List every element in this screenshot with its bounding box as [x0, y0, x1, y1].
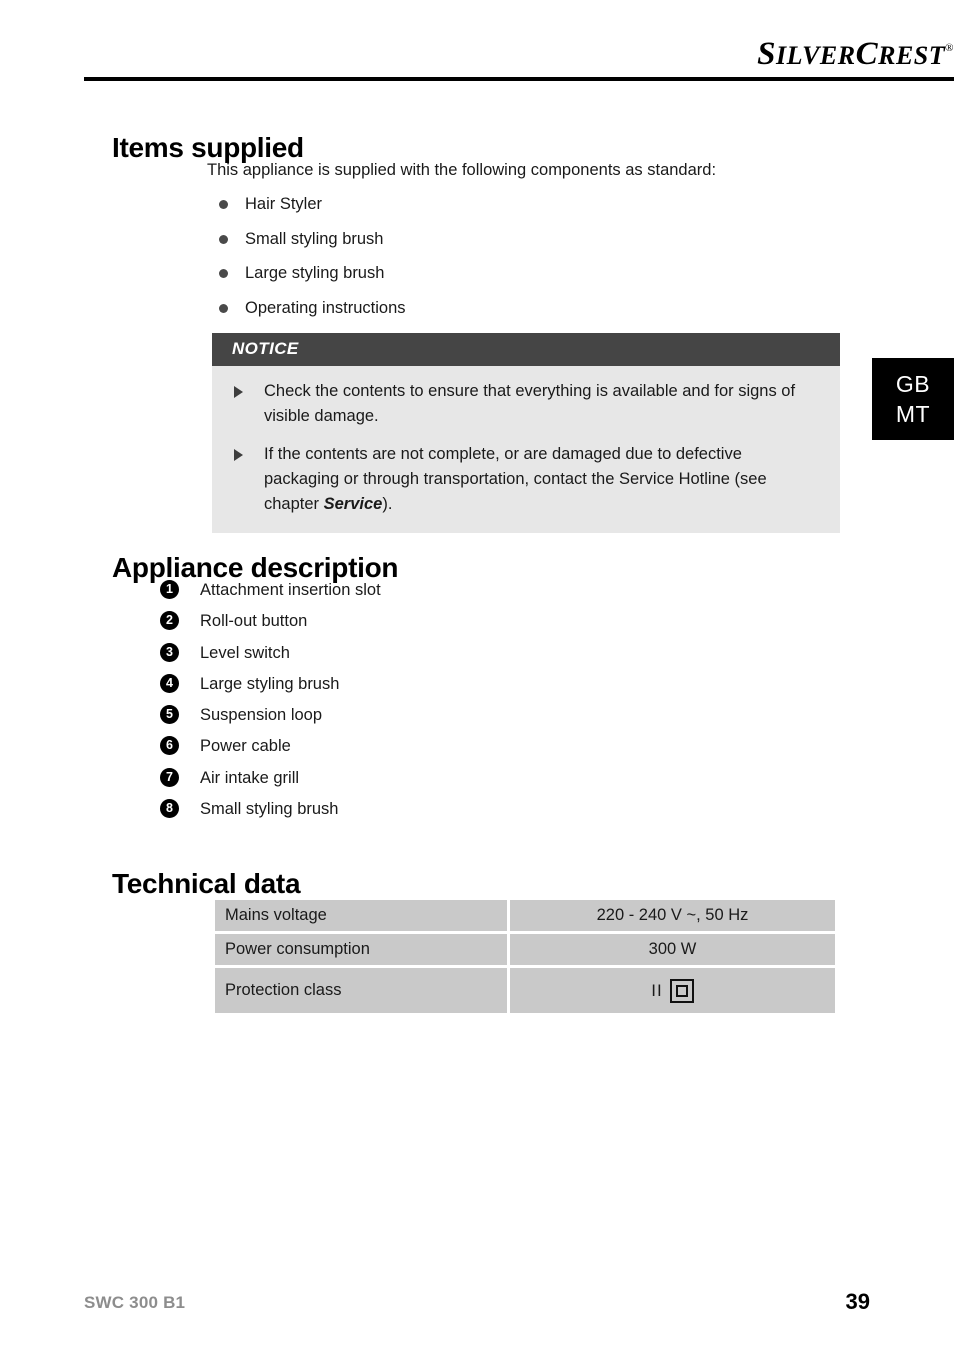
list-item-label: Small styling brush: [200, 800, 339, 819]
list-item: 6 Power cable: [158, 734, 758, 765]
triangle-right-icon: [234, 386, 243, 398]
list-item: 4 Large styling brush: [158, 672, 758, 703]
table-row: Protection class II: [215, 968, 835, 1013]
list-item-label: Hair Styler: [245, 195, 323, 213]
notice-item-text-tail: ).: [382, 495, 393, 513]
list-item: 5 Suspension loop: [158, 703, 758, 734]
list-item-label: Air intake grill: [200, 768, 300, 787]
list-item: 2 Roll-out button: [158, 609, 758, 640]
list-item-label: Large styling brush: [200, 674, 340, 693]
notice-box-title: NOTICE: [212, 333, 840, 366]
list-item: 1 Attachment insertion slot: [158, 578, 758, 609]
list-item: Small styling brush: [207, 227, 807, 262]
bullet-dot-icon: [219, 234, 228, 244]
notice-item-text: Check the contents to ensure that everyt…: [264, 382, 796, 425]
list-item: 7 Air intake grill: [158, 766, 758, 797]
list-item-label: Level switch: [200, 643, 290, 662]
appliance-parts-list: 1 Attachment insertion slot 2 Roll-out b…: [158, 578, 758, 828]
double-insulation-icon: II: [651, 978, 694, 1003]
list-item: 8 Small styling brush: [158, 797, 758, 828]
number-badge-icon: 1: [160, 580, 179, 599]
number-badge-icon: 4: [160, 673, 179, 693]
table-row: Mains voltage 220 - 240 V ~, 50 Hz: [215, 900, 835, 931]
silvercrest-logo: SILVERCREST®: [554, 36, 954, 73]
table-row: Power consumption 300 W: [215, 934, 835, 965]
protection-class-numeral: II: [651, 981, 663, 1000]
list-item: 3 Level switch: [158, 641, 758, 672]
logo-word-rest: REST: [878, 41, 946, 70]
list-item-label: Roll-out button: [200, 612, 308, 631]
list-item: Operating instructions: [207, 296, 807, 331]
number-badge-icon: 8: [160, 799, 179, 819]
number-badge-icon: 2: [160, 611, 179, 631]
notice-item: Check the contents to ensure that everyt…: [232, 379, 818, 429]
bullet-dot-icon: [219, 269, 228, 278]
heading-technical-data: Technical data: [112, 867, 301, 899]
square-outer-icon: [669, 978, 694, 1003]
list-item-label: Operating instructions: [245, 298, 406, 317]
footer-model-number: SWC 300 B1: [84, 1293, 186, 1312]
notice-box: NOTICE Check the contents to ensure that…: [212, 333, 840, 533]
technical-data-table: Mains voltage 220 - 240 V ~, 50 Hz Power…: [212, 897, 838, 1016]
language-tab-mt: MT: [895, 401, 931, 427]
bullet-dot-icon: [219, 303, 228, 313]
list-item-label: Large styling brush: [245, 264, 385, 282]
language-tab: GB MT: [872, 358, 954, 440]
logo-letter-c: C: [855, 36, 879, 72]
table-cell-value: 300 W: [510, 934, 835, 965]
logo-letter-s: S: [757, 36, 777, 72]
list-item-label: Attachment insertion slot: [200, 581, 381, 599]
list-item-label: Suspension loop: [200, 706, 323, 725]
list-item: Large styling brush: [207, 261, 807, 296]
list-item-label: Power cable: [200, 737, 291, 756]
table-cell-value: II: [510, 968, 835, 1013]
table-cell-label: Protection class: [215, 968, 507, 1013]
list-item-label: Small styling brush: [245, 229, 384, 248]
language-tab-gb: GB: [895, 370, 931, 397]
registered-trademark-icon: ®: [945, 42, 954, 54]
notice-item-emphasis: Service: [323, 495, 383, 513]
footer-page-number: 39: [845, 1289, 870, 1314]
header-divider-rule: [84, 77, 954, 81]
number-badge-icon: 5: [160, 705, 179, 725]
table-cell-label: Mains voltage: [215, 900, 507, 931]
items-supplied-intro: This appliance is supplied with the foll…: [207, 161, 717, 179]
triangle-right-icon: [234, 449, 243, 461]
table-cell-label: Power consumption: [215, 934, 507, 965]
number-badge-icon: 7: [160, 767, 179, 787]
square-inner-icon: [675, 984, 688, 997]
notice-item: If the contents are not complete, or are…: [232, 442, 818, 517]
bullet-dot-icon: [219, 200, 228, 209]
number-badge-icon: 6: [160, 736, 179, 756]
table-cell-value: 220 - 240 V ~, 50 Hz: [510, 900, 835, 931]
logo-word-ilver: ILVER: [776, 41, 856, 70]
list-item: Hair Styler: [207, 192, 807, 227]
number-badge-icon: 3: [160, 642, 179, 662]
items-supplied-list: Hair Styler Small styling brush Large st…: [207, 192, 807, 330]
